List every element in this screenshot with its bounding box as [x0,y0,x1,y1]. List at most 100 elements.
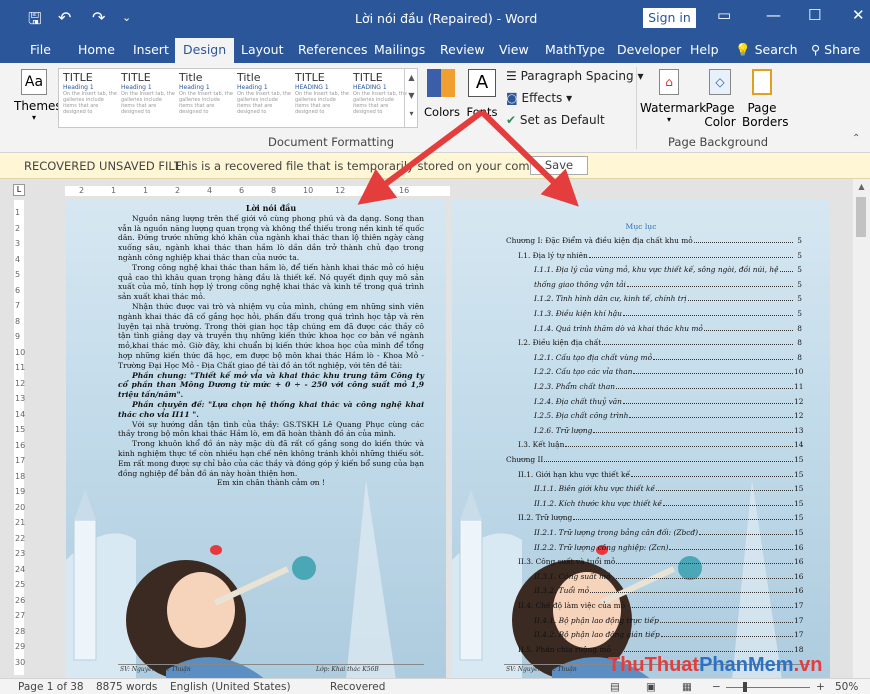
vertical-ruler[interactable]: 1 2 3 4 5 6 7 8 9 10 11 12 13 14 15 16 17 18 19 20 21 22 23 24 2… [14,200,26,675]
scroll-up-icon[interactable]: ▲ [853,182,870,191]
tab-stop-selector[interactable]: L [13,184,25,196]
tab-help[interactable]: Help [690,42,719,57]
toc-entry[interactable]: I.2.2. Cấu tạo các vỉa than 10 [506,367,803,377]
tab-mailings[interactable]: Mailings [374,42,425,57]
style-set-option[interactable]: TITLE Heading 1 On the Insert tab, the gal… [121,71,177,125]
page-2[interactable]: Mục lục Chương I: Đặc Điểm và điều kiện … [452,200,830,678]
tab-mathtype[interactable]: MathType [545,42,605,57]
toc-entry[interactable]: I.1.3. Điều kiện khí hậu 5 [506,309,802,319]
web-layout-icon[interactable]: ▦ [682,681,692,693]
toc-entry[interactable]: II.3.2. Tuổi mỏ 16 [506,586,803,596]
save-recovered-button[interactable]: Save [530,156,588,175]
toc-entry[interactable]: I.1. Địa lý tự nhiên 5 [506,251,802,261]
page-borders-button[interactable]: Page Borders [742,69,788,129]
page-1[interactable]: Lời nói đầu Nguồn năng lượng trên thế giớ… [66,200,446,678]
tell-me-search[interactable]: 💡 Search [735,42,798,58]
fonts-button[interactable]: A Fonts [465,67,499,127]
toc-entry[interactable]: I.2.5. Địa chất công trình 12 [506,411,804,421]
body-paragraph: Trong khuôn khổ đồ án này mặc dù đã rất … [118,439,424,478]
colors-button[interactable]: Colors [424,67,460,127]
language-indicator[interactable]: English (United States) [170,681,291,693]
toc-entry[interactable]: II.2.2. Trữ lượng công nghiệp: (Zcn) 16 [506,543,803,553]
document-body-page-1[interactable]: Lời nói đầu Nguồn năng lượng trên thế giớ… [118,203,424,488]
vertical-scrollbar[interactable]: ▲ [853,179,870,678]
zoom-level[interactable]: 50% [835,681,858,693]
zoom-slider-thumb[interactable] [743,682,747,692]
undo-icon[interactable]: ↶ [58,8,71,27]
tab-design[interactable]: Design [175,38,235,63]
horizontal-ruler[interactable]: 2 1 1 2 4 6 8 10 12 14 16 [65,186,450,196]
style-set-option[interactable]: TITLE HEADING 1 On the Insert tab, the gal… [353,71,409,125]
toc-entry[interactable]: I.1.1. Địa lý của vùng mỏ, khu vực thiết… [506,265,802,275]
toc-entry[interactable]: thống giao thông vận tải 5 [506,280,802,290]
set-as-default-button[interactable]: ✔ Set as Default [506,113,605,127]
tab-view[interactable]: View [499,42,529,57]
style-set-option[interactable]: TITLE Heading 1 On the Insert tab, the gal… [63,71,119,125]
themes-button[interactable]: Aa Themes ▾ [14,69,62,133]
tab-file[interactable]: File [30,42,51,57]
lightbulb-icon: 💡 [735,42,751,57]
toc-entry[interactable]: II.3. Công suất và tuổi mỏ 16 [506,557,803,567]
tab-layout[interactable]: Layout [241,42,284,57]
sign-in-button[interactable]: Sign in [643,8,696,28]
toc-entry[interactable]: I.3. Kết luận 14 [506,440,803,450]
tab-home[interactable]: Home [78,42,115,57]
customize-quick-access-icon[interactable]: ⌄ [122,11,131,24]
save-icon[interactable]: 🖫 [28,8,42,35]
toc-leader [699,528,793,535]
style-set-option[interactable]: TITLE HEADING 1 On the Insert tab, the gal… [295,71,351,125]
read-mode-icon[interactable]: ▤ [610,681,620,693]
toc-entry[interactable]: I.2.4. Địa chất thuỷ văn 12 [506,397,803,407]
tab-developer[interactable]: Developer [617,42,681,57]
toc-entry[interactable]: II.2.1. Trữ lượng trong bảng cân đối: (Z… [506,528,803,538]
page-count[interactable]: Page 1 of 38 [18,681,84,693]
zoom-in-button[interactable]: + [816,681,825,693]
toc-entry[interactable]: I.2.6. Trữ lượng 13 [506,426,803,436]
style-set-gallery[interactable]: TITLE Heading 1 On the Insert tab, the gal… [58,68,418,128]
toc-entry[interactable]: II.3.1. Công suất mỏ 16 [506,572,803,582]
toc-entry[interactable]: II.4. Chế độ làm việc của mỏ 17 [506,601,803,611]
style-set-option[interactable]: Title Heading 1 On the Insert tab, the gal… [237,71,293,125]
toc-page-number: 12 [794,411,804,421]
minimize-button[interactable]: — [766,6,781,24]
toc-entry[interactable]: I.1.4. Quá trình thăm dò và khai thác kh… [506,324,802,334]
share-button[interactable]: ⚲ Share [811,42,860,57]
toc-entry[interactable]: II.4.2. Bộ phận lao động gián tiếp 17 [506,630,803,640]
tab-review[interactable]: Review [440,42,485,57]
toc-entry[interactable]: I.2.1. Cấu tạo địa chất vùng mỏ 8 [506,353,802,363]
toc-entry[interactable]: Chương I: Đặc Điểm và điều kiện địa chất… [506,236,802,246]
toc-entry[interactable]: I.1.2. Tình hình dân cư, kinh tế, chính … [506,294,802,304]
close-button[interactable]: ✕ [852,6,865,24]
toc-entry[interactable]: I.2. Điều kiện địa chất 8 [506,338,802,348]
toc-entry[interactable]: II.1.1. Biên giới khu vực thiết kế 15 [506,484,803,494]
redo-icon[interactable]: ↷ [92,8,105,27]
toc-entry-label: II.3. Công suất và tuổi mỏ [518,557,616,567]
ruler-number: 2 [79,186,85,195]
tab-insert[interactable]: Insert [133,42,169,57]
collapse-ribbon-icon[interactable]: ⌃ [852,133,860,144]
toc-entry[interactable]: I.2.3. Phẩm chất than 11 [506,382,803,392]
paragraph-spacing-icon: ☰ [506,69,517,83]
paragraph-spacing-button[interactable]: ☰ Paragraph Spacing ▾ [506,69,643,83]
style-set-option[interactable]: Title Heading 1 On the Insert tab, the gal… [179,71,235,125]
toc-entry[interactable]: Chương II 15 [506,455,803,465]
toc-entry[interactable]: II.1. Giới hạn khu vực thiết kế 15 [506,470,803,480]
scroll-thumb[interactable] [856,197,866,237]
ruler-number: 24 [15,564,26,574]
ruler-number: 6 [239,186,245,195]
toc-entry-label: I.1.4. Quá trình thăm dò và khai thác kh… [534,323,703,333]
tab-references[interactable]: References [298,42,367,57]
zoom-slider[interactable] [726,687,810,688]
maximize-button[interactable]: ☐ [808,6,821,24]
toc-entry[interactable]: II.1.2. Kích thước khu vực thiết kế 15 [506,499,803,509]
effects-button[interactable]: ◙ Effects ▾ [506,91,572,105]
toc-entry[interactable]: II.4.1. Bộ phận lao động trực tiếp 17 [506,616,803,626]
print-layout-icon[interactable]: ▣ [646,681,656,693]
word-count[interactable]: 8875 words [96,681,157,693]
page-color-button[interactable]: ◇ Page Color [700,69,740,129]
toc-entry[interactable]: II.2. Trữ lượng 15 [506,513,803,523]
gallery-scroll[interactable]: ▲ ▼ ▾ [404,69,418,127]
ribbon-display-options-icon[interactable]: ▭ [717,6,731,24]
watermark-button[interactable]: ⌂ Watermark ▾ [640,69,706,124]
zoom-out-button[interactable]: − [712,681,721,693]
